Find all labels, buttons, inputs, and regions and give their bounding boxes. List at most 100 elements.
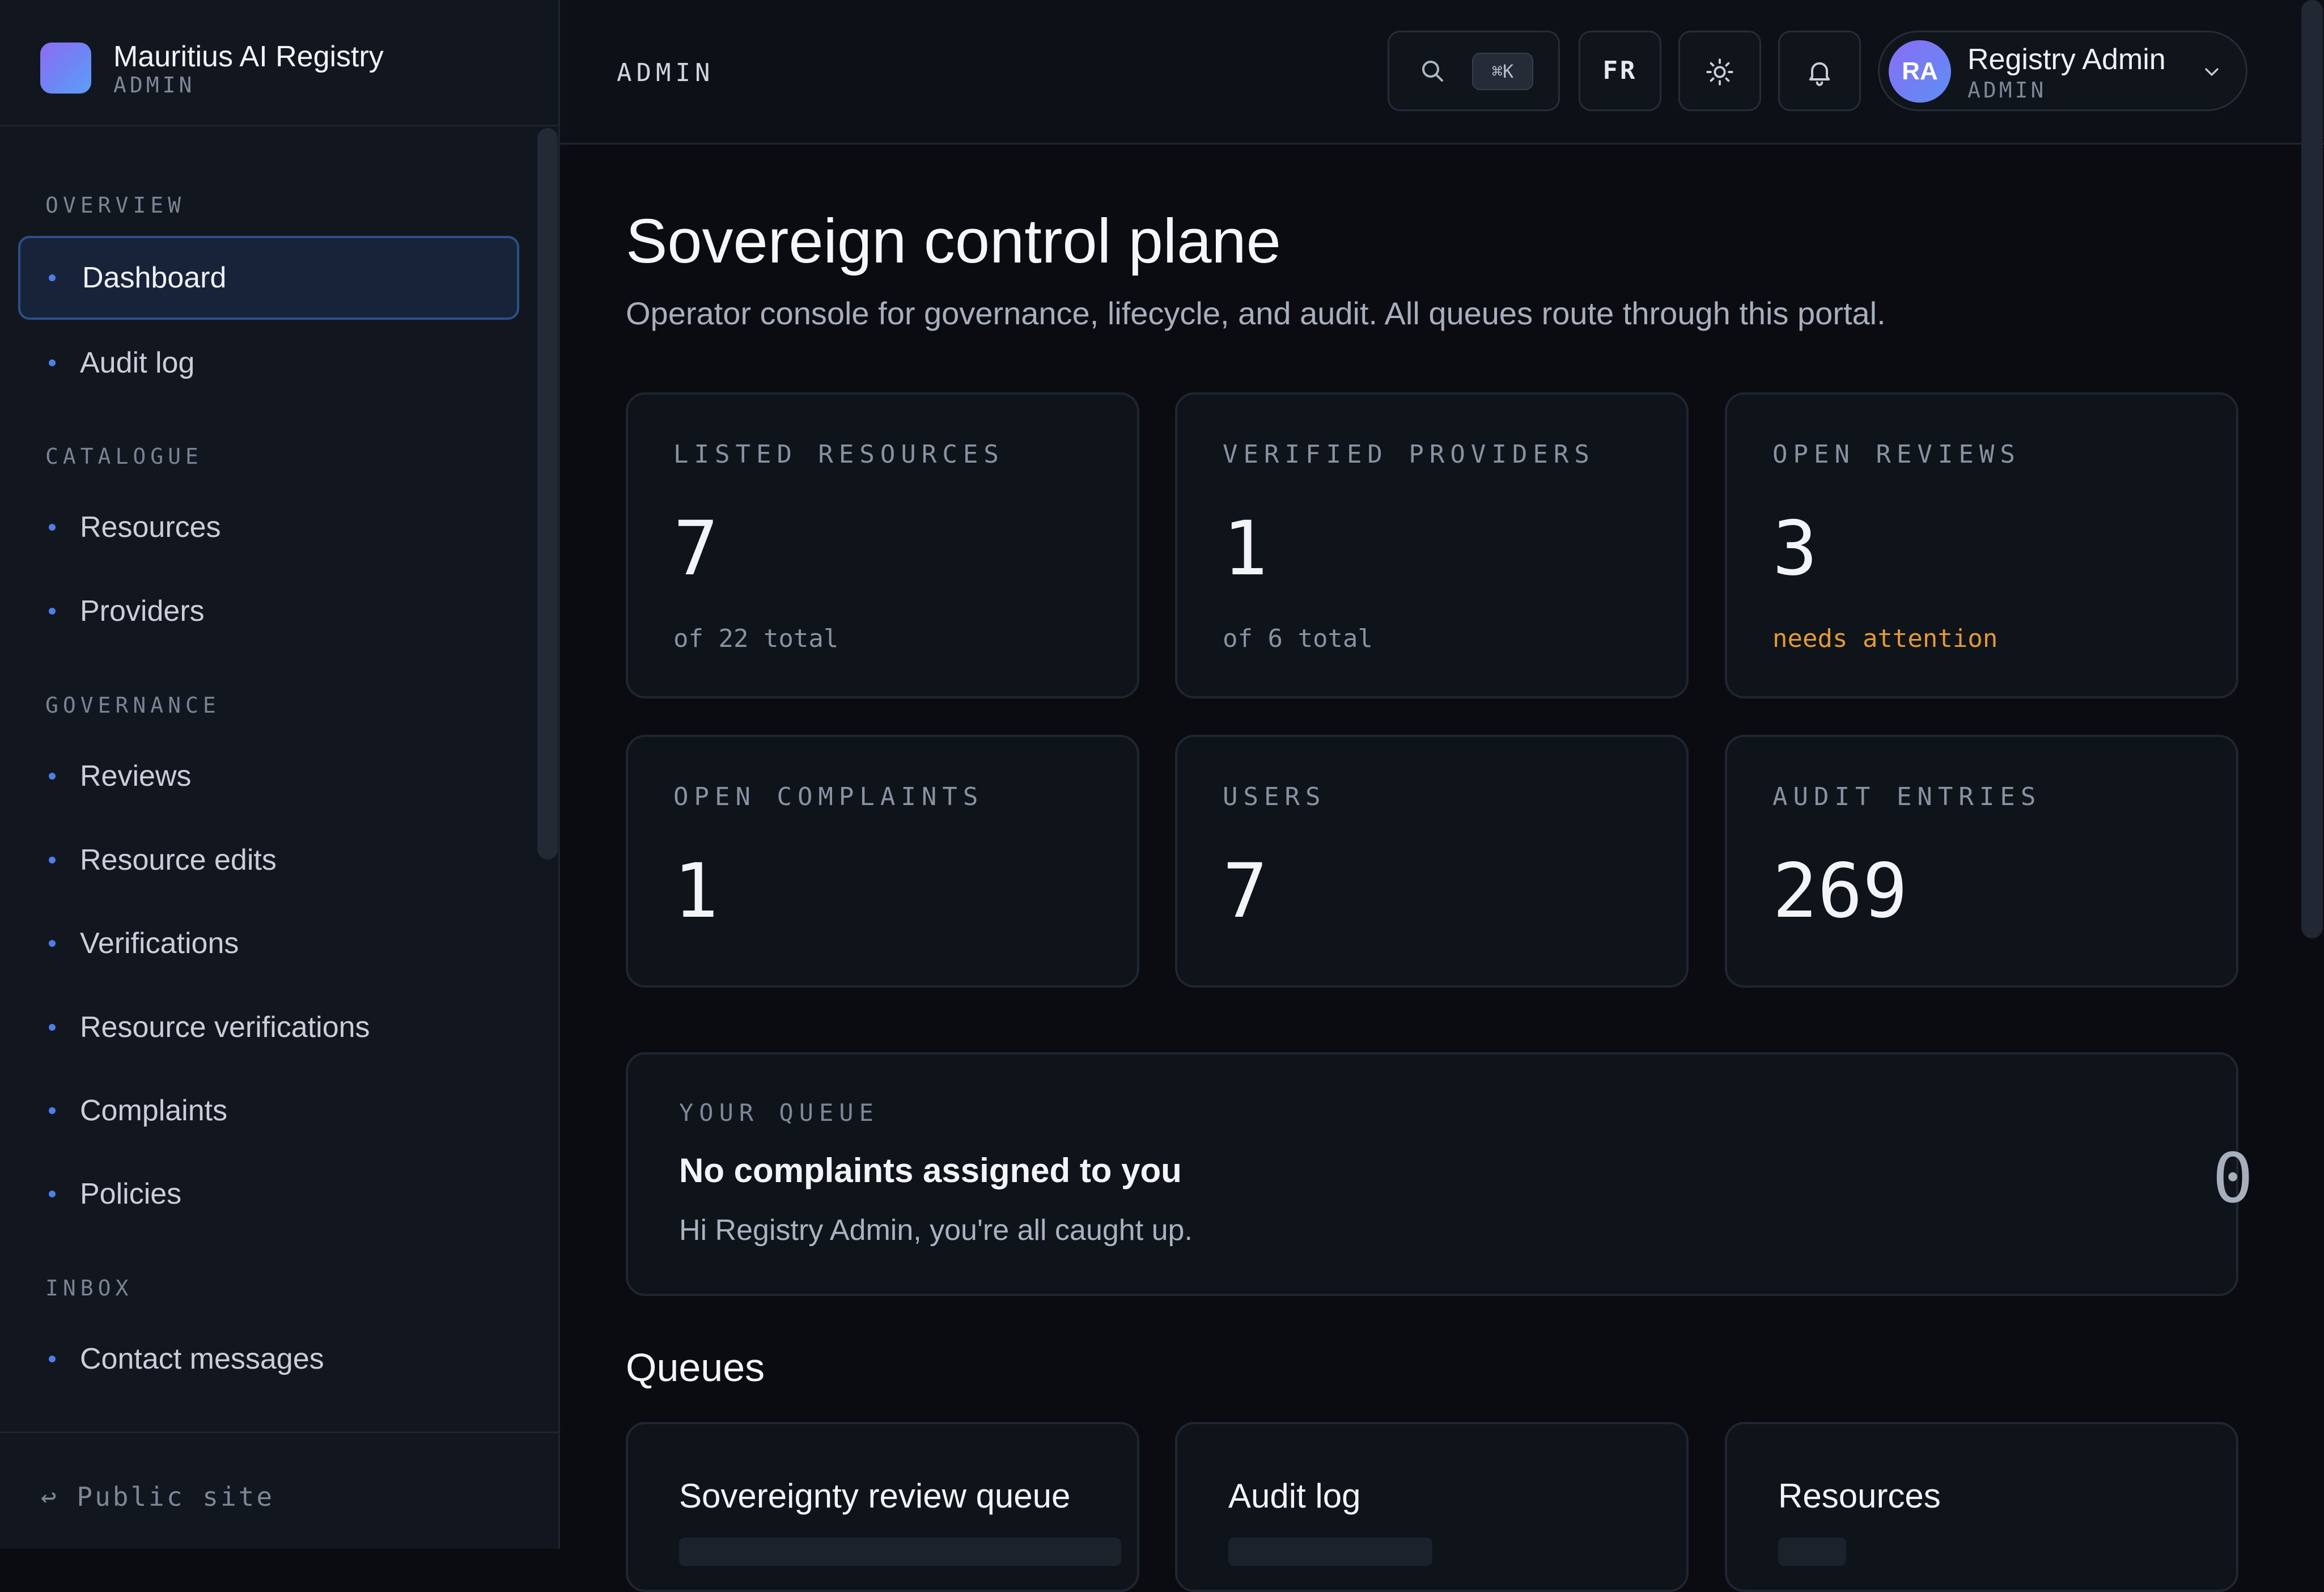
stat-card-open-reviews[interactable]: OPEN REVIEWS 3 needs attention <box>1725 392 2238 698</box>
language-toggle-button[interactable]: FR <box>1579 31 1661 111</box>
bullet-icon <box>49 1107 56 1114</box>
stat-label: AUDIT ENTRIES <box>1772 782 2042 811</box>
queue-count: 0 <box>2212 1140 2254 1218</box>
brand-logo <box>40 43 91 94</box>
queue-card-description <box>679 1538 1121 1566</box>
user-name: Registry Admin <box>1967 43 2166 76</box>
sidebar-item-dashboard[interactable]: Dashboard <box>18 236 519 320</box>
sidebar-scrollbar[interactable] <box>537 128 558 859</box>
sidebar-item-resource-verifications[interactable]: Resource verifications <box>18 985 519 1069</box>
page-subtitle: Operator console for governance, lifecyc… <box>626 295 1886 331</box>
user-menu-button[interactable]: RA Registry Admin ADMIN <box>1878 31 2247 111</box>
brand-subtitle: ADMIN <box>113 73 196 98</box>
stat-label: LISTED RESOURCES <box>673 440 1004 469</box>
sidebar-item-providers[interactable]: Providers <box>18 569 519 653</box>
sidebar-item-label: Providers <box>80 595 205 628</box>
sidebar-item-resource-edits[interactable]: Resource edits <box>18 818 519 902</box>
bullet-icon <box>49 1024 56 1031</box>
sun-icon <box>1706 58 1733 86</box>
stat-value: 3 <box>1772 505 1818 592</box>
sidebar-item-label: Contact messages <box>80 1343 324 1375</box>
bullet-icon <box>49 1191 56 1197</box>
bullet-icon <box>49 608 56 615</box>
bullet-icon <box>49 524 56 531</box>
bullet-icon <box>49 773 56 780</box>
bullet-icon <box>49 359 56 366</box>
queue-card-title: Audit log <box>1228 1477 1361 1515</box>
chevron-down-icon <box>2205 68 2219 76</box>
sidebar-nav: OVERVIEW Dashboard Audit log CATALOGUE R… <box>0 128 533 1432</box>
nav-section-inbox: INBOX <box>45 1276 133 1301</box>
queue-card-audit-log[interactable]: Audit log <box>1175 1422 1689 1592</box>
stat-card-open-complaints[interactable]: OPEN COMPLAINTS 1 <box>626 735 1139 988</box>
stat-value: 1 <box>1223 505 1268 592</box>
user-role: ADMIN <box>1967 78 2047 103</box>
sidebar-item-label: Resource verifications <box>80 1011 370 1044</box>
queue-label: YOUR QUEUE <box>679 1099 879 1127</box>
stat-card-audit-entries[interactable]: AUDIT ENTRIES 269 <box>1725 735 2238 988</box>
stat-note: of 6 total <box>1223 624 1373 653</box>
sidebar: Mauritius AI Registry ADMIN OVERVIEW Das… <box>0 0 560 1549</box>
sidebar-item-label: Audit log <box>80 346 195 379</box>
sidebar-item-resources[interactable]: Resources <box>18 485 519 569</box>
queue-card-description <box>1778 1538 1846 1566</box>
bullet-icon <box>49 940 56 947</box>
queue-card-title: Sovereignty review queue <box>679 1477 1071 1515</box>
nav-section-overview: OVERVIEW <box>45 193 186 218</box>
stat-label: OPEN COMPLAINTS <box>673 782 984 811</box>
sidebar-item-label: Policies <box>80 1178 182 1210</box>
stat-value: 1 <box>673 848 719 935</box>
sidebar-item-complaints[interactable]: Complaints <box>18 1069 519 1153</box>
sidebar-item-verifications[interactable]: Verifications <box>18 901 519 985</box>
search-button[interactable]: ⌘K <box>1388 31 1560 111</box>
public-site-link[interactable]: ↩ Public site <box>41 1481 274 1512</box>
nav-section-governance: GOVERNANCE <box>45 693 220 718</box>
top-bar: ADMIN ⌘K FR RA Registry Admin ADMIN <box>560 0 2324 145</box>
stat-card-users[interactable]: USERS 7 <box>1175 735 1689 988</box>
queue-card-description <box>1228 1538 1432 1566</box>
queue-card-sovereignty-review[interactable]: Sovereignty review queue <box>626 1422 1139 1592</box>
search-shortcut-badge: ⌘K <box>1472 53 1533 90</box>
sidebar-item-label: Complaints <box>80 1094 228 1127</box>
page-title: Sovereign control plane <box>626 206 1281 276</box>
sidebar-footer: ↩ Public site <box>0 1432 558 1549</box>
main-scrollbar[interactable] <box>2301 0 2323 938</box>
stat-card-verified-providers[interactable]: VERIFIED PROVIDERS 1 of 6 total <box>1175 392 1689 698</box>
stat-label: OPEN REVIEWS <box>1772 440 2021 469</box>
bell-icon <box>1809 62 1830 86</box>
stat-card-listed-resources[interactable]: LISTED RESOURCES 7 of 22 total <box>626 392 1139 698</box>
sidebar-item-label: Resource edits <box>80 844 277 877</box>
search-icon <box>1422 61 1443 82</box>
notifications-button[interactable] <box>1778 31 1861 111</box>
stat-value: 7 <box>673 505 719 592</box>
sidebar-item-contact-messages[interactable]: Contact messages <box>18 1317 519 1401</box>
bullet-icon <box>49 857 56 863</box>
header-title: ADMIN <box>617 58 715 87</box>
stat-note-warning: needs attention <box>1772 624 1998 653</box>
stat-label: USERS <box>1223 782 1326 811</box>
stat-value: 7 <box>1223 848 1268 935</box>
avatar: RA <box>1889 40 1951 103</box>
brand-title: Mauritius AI Registry <box>113 40 384 73</box>
sidebar-item-label: Verifications <box>80 927 239 960</box>
stat-value: 269 <box>1772 848 1908 935</box>
nav-section-catalogue: CATALOGUE <box>45 444 203 469</box>
stat-note: of 22 total <box>673 624 839 653</box>
bullet-icon <box>49 274 56 281</box>
theme-toggle-button[interactable] <box>1678 31 1761 111</box>
sidebar-item-label: Reviews <box>80 760 192 793</box>
queue-card-title: Resources <box>1778 1477 1941 1515</box>
sidebar-item-reviews[interactable]: Reviews <box>18 734 519 818</box>
sidebar-item-label: Dashboard <box>82 261 227 294</box>
your-queue-card[interactable]: YOUR QUEUE No complaints assigned to you… <box>626 1052 2253 1296</box>
admin-app: Mauritius AI Registry ADMIN OVERVIEW Das… <box>0 0 2324 1592</box>
brand[interactable]: Mauritius AI Registry ADMIN <box>0 0 558 126</box>
sidebar-item-audit-log[interactable]: Audit log <box>18 321 519 405</box>
sidebar-item-policies[interactable]: Policies <box>18 1152 519 1236</box>
queue-card-resources[interactable]: Resources <box>1725 1422 2238 1592</box>
sidebar-item-label: Resources <box>80 511 221 544</box>
queue-message: Hi Registry Admin, you're all caught up. <box>679 1214 1193 1247</box>
bullet-icon <box>49 1356 56 1362</box>
queues-heading: Queues <box>626 1345 765 1390</box>
queue-title: No complaints assigned to you <box>679 1151 1182 1189</box>
